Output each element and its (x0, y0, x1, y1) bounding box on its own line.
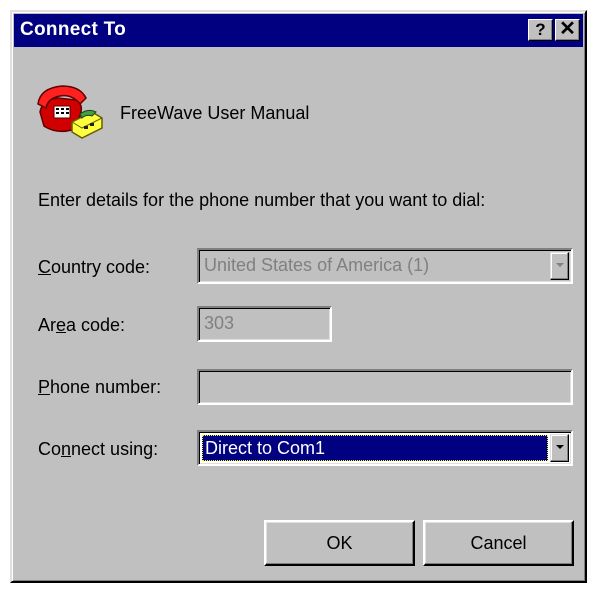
cancel-button[interactable]: Cancel (423, 520, 574, 566)
phone-number-label: Phone number: (38, 377, 162, 397)
country-code-combobox[interactable]: United States of America (1) (197, 248, 573, 284)
connect-to-dialog: Connect To ? ✕ FreeWave User Manual Ente… (10, 10, 587, 583)
instructions-text: Enter details for the phone number that … (38, 190, 486, 210)
phone-icon (37, 85, 103, 139)
cancel-button-label: Cancel (470, 533, 527, 553)
title-bar[interactable]: Connect To ? ✕ (14, 14, 583, 47)
connect-using-label: Connect using: (38, 439, 159, 459)
window-title: Connect To (20, 19, 127, 40)
connect-using-combobox[interactable]: Direct to Com1 (197, 430, 573, 466)
phone-number-input[interactable] (197, 369, 573, 405)
chevron-down-icon (556, 263, 564, 267)
country-code-dropdown-button[interactable] (550, 252, 569, 280)
connect-using-value: Direct to Com1 (205, 438, 326, 458)
connect-using-selection: Direct to Com1 (202, 435, 548, 461)
ok-button[interactable]: OK (264, 520, 415, 566)
country-code-value: United States of America (1) (204, 255, 430, 275)
area-code-label: Area code: (38, 315, 126, 335)
area-code-input[interactable]: 303 (197, 306, 332, 342)
area-code-value: 303 (204, 313, 235, 333)
chevron-down-icon (556, 445, 564, 449)
connect-using-dropdown-button[interactable] (550, 434, 569, 462)
close-button[interactable]: ✕ (555, 19, 580, 41)
ok-button-label: OK (326, 533, 353, 553)
connection-name: FreeWave User Manual (120, 103, 310, 123)
country-code-label: Country code: (38, 257, 151, 277)
help-button[interactable]: ? (528, 19, 553, 41)
